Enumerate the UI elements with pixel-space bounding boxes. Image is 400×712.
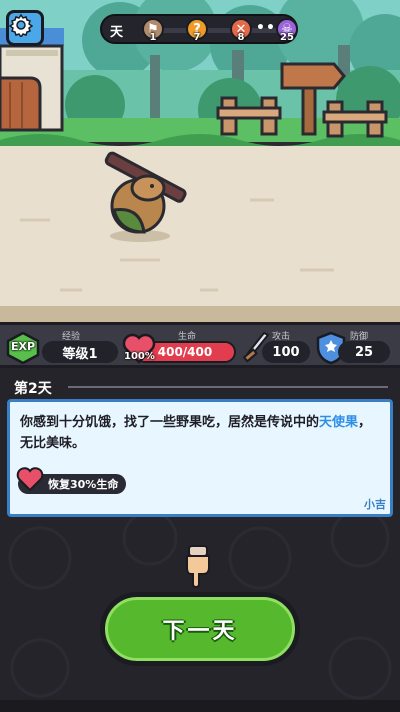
stage-number: 1 [149, 32, 157, 43]
next-day-label: 下一天 [162, 619, 238, 644]
stats-bar: EXP 经验 等级1 生命 400/400 100% 攻击 100 防御 25 [0, 322, 400, 368]
next-day-button[interactable]: 下一天 [100, 592, 300, 666]
level-value: 等级1 [42, 341, 118, 363]
defense-value: 25 [338, 341, 390, 363]
scene-background [0, 0, 400, 322]
next-day-button-face[interactable]: 下一天 [105, 597, 295, 661]
attack-value: 100 [262, 341, 310, 363]
event-card: 你感到十分饥饿，找了一些野果吃，居然是传说中的天使果，无比美味。 恢复30%生命… [7, 399, 393, 517]
event-text: 你感到十分饥饿，找了一些野果吃，居然是传说中的天使果，无比美味。 [20, 412, 380, 454]
game-scene: 天 ⚑ 1 ? 7 ✕ 8 ••• ☠ 25 [0, 0, 400, 322]
stage-number: 8 [237, 32, 245, 43]
event-text-part: 你感到十分饥饿，找了一些野果吃，居然是传说中的 [20, 415, 320, 430]
settings-button[interactable] [6, 10, 44, 46]
day-title: 第2天 [14, 381, 52, 397]
luck-label: 小吉 [364, 498, 386, 511]
event-panel: 第2天 你感到十分饥饿，找了一些野果吃，居然是传说中的天使果，无比美味。 恢复3… [0, 368, 400, 712]
heart-icon [16, 467, 44, 492]
hp-percent: 100% [124, 351, 155, 362]
divider [68, 386, 388, 388]
day-label: 天 [110, 25, 124, 40]
gear-icon [9, 13, 33, 37]
stage-number: 7 [193, 32, 201, 43]
event-highlight: 天使果 [319, 415, 359, 430]
exp-badge-label: EXP [10, 340, 36, 353]
stage-number: 25 [280, 32, 294, 43]
pointing-hand-icon [186, 545, 210, 588]
bottom-strip [0, 700, 400, 712]
day-progress-bar: 天 ⚑ 1 ? 7 ✕ 8 ••• ☠ 25 [100, 14, 298, 44]
